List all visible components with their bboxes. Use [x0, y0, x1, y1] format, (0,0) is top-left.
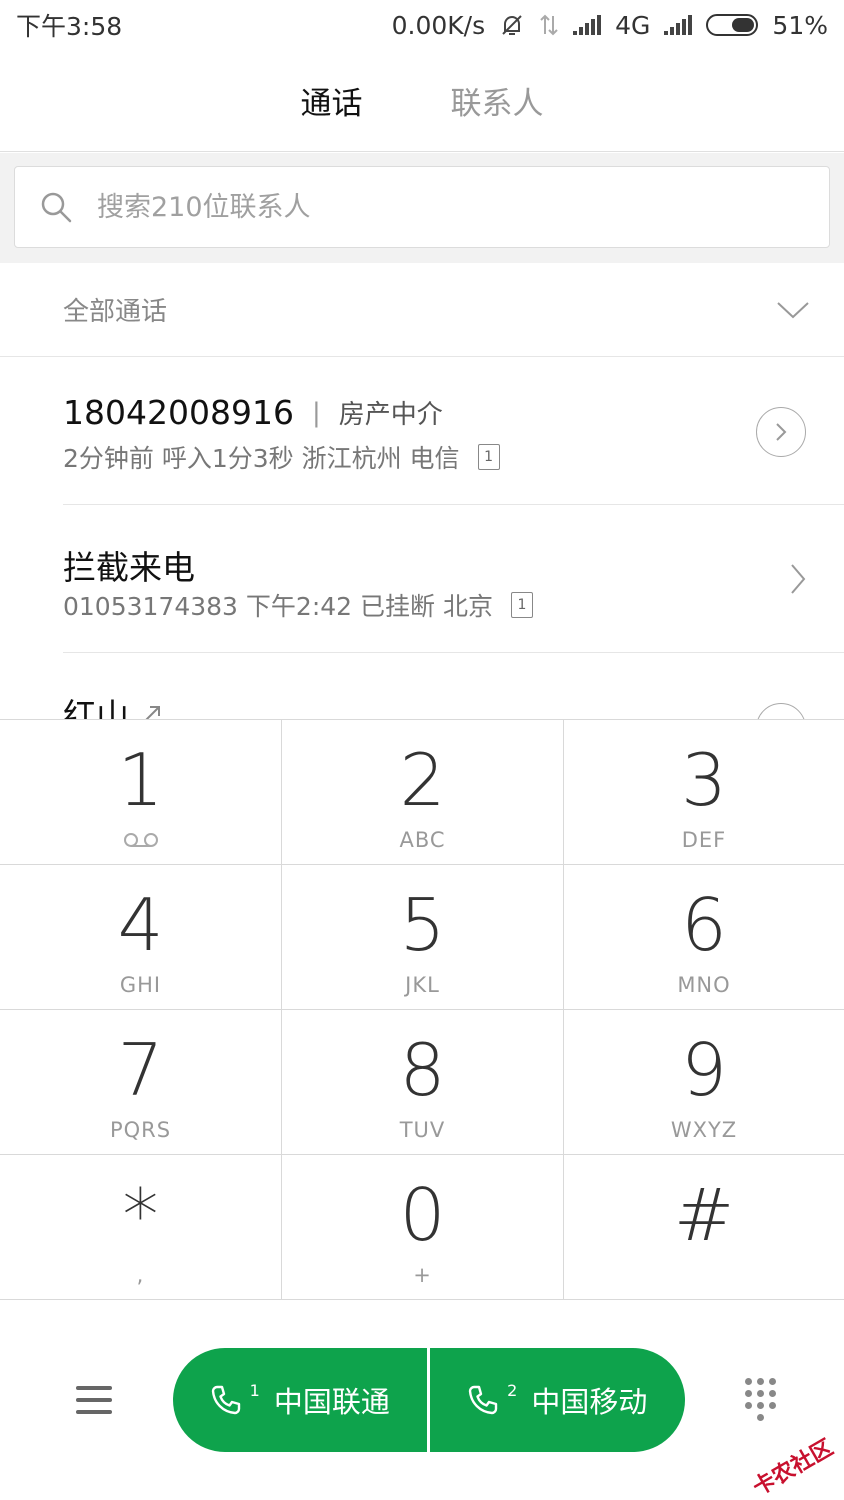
filter-label: 全部通话	[63, 297, 168, 327]
caller-name: 红山	[63, 696, 129, 719]
tab-contacts[interactable]: 联系人	[451, 68, 544, 133]
call-log-list: 18042008916 | 房产中介 2分钟前 呼入1分3秒 浙江杭州 电信 1…	[0, 357, 844, 719]
search-area	[0, 153, 844, 263]
call-info: 01053174383 下午2:42 已挂断 北京	[63, 592, 493, 621]
signal-icon-2	[664, 15, 693, 35]
dial-key-3[interactable]: 3 DEF	[564, 720, 844, 865]
key-digit: *	[122, 1173, 159, 1257]
key-letters: TUV	[399, 1118, 446, 1142]
dial-key-1[interactable]: 1	[0, 720, 282, 865]
call-detail-button[interactable]	[756, 407, 806, 457]
voicemail-icon	[123, 833, 158, 847]
outgoing-arrow-icon	[145, 706, 160, 719]
dialpad: 1 2 ABC 3 DEF 4 GHI 5 JKL 6 MNO 7 PQRS 8…	[0, 719, 844, 1300]
key-digit: 9	[681, 1028, 727, 1112]
dial-key-4[interactable]: 4 GHI	[0, 865, 282, 1010]
battery-icon	[706, 14, 759, 36]
dial-key-9[interactable]: 9 WXYZ	[564, 1010, 844, 1155]
key-letters: +	[413, 1263, 432, 1287]
status-time: 下午3:58	[16, 12, 123, 41]
caller-number: 18042008916	[63, 393, 294, 432]
title-divider: |	[311, 397, 321, 428]
call-log-item[interactable]: 18042008916 | 房产中介 2分钟前 呼入1分3秒 浙江杭州 电信 1	[63, 357, 844, 505]
bottom-bar: 1 中国联通 2 中国移动	[0, 1299, 844, 1500]
key-digit: 5	[399, 883, 446, 967]
dial-key-hash[interactable]: #	[564, 1155, 844, 1300]
chevron-down-icon	[777, 301, 809, 318]
sim-number: 2	[507, 1381, 518, 1400]
dial-key-5[interactable]: 5 JKL	[282, 865, 564, 1010]
key-digit: 3	[681, 738, 727, 822]
key-digit: #	[673, 1173, 735, 1257]
dual-sim-call-buttons: 1 中国联通 2 中国移动	[172, 1347, 685, 1452]
chevron-right-icon	[776, 423, 787, 441]
caller-name: 拦截来电	[63, 548, 195, 587]
sim-number: 1	[249, 1381, 260, 1400]
status-icons: 0.00K/s 4G 51%	[392, 11, 828, 40]
search-input[interactable]	[97, 191, 697, 223]
dial-key-8[interactable]: 8 TUV	[282, 1010, 564, 1155]
call-subtitle: 01053174383 下午2:42 已挂断 北京 1	[63, 587, 533, 623]
mute-bell-icon	[502, 15, 522, 35]
call-filter-dropdown[interactable]: 全部通话	[0, 263, 844, 357]
menu-icon[interactable]	[76, 1385, 112, 1414]
carrier-label: 中国移动	[531, 1384, 648, 1419]
data-arrows-icon	[540, 14, 558, 36]
call-info: 2分钟前 呼入1分3秒 浙江杭州 电信	[63, 444, 460, 473]
dial-key-7[interactable]: 7 PQRS	[0, 1010, 282, 1155]
key-letters: PQRS	[109, 1118, 172, 1142]
phone-icon	[468, 1385, 498, 1414]
key-letters: GHI	[119, 973, 162, 997]
call-title-row: 18042008916 | 房产中介	[63, 393, 443, 432]
dial-key-star[interactable]: * ,	[0, 1155, 282, 1300]
key-letters: ABC	[399, 828, 446, 852]
key-digit: 0	[399, 1173, 446, 1257]
call-sim2-button[interactable]: 2 中国移动	[427, 1347, 685, 1452]
call-log-item[interactable]: 红山	[63, 653, 844, 719]
key-letters: WXYZ	[670, 1118, 738, 1142]
status-bar: 下午3:58 0.00K/s 4G 51%	[0, 0, 844, 50]
key-digit: 2	[399, 738, 446, 822]
key-letters: JKL	[405, 973, 440, 997]
sim-card-icon: 1	[477, 444, 500, 470]
dial-key-2[interactable]: 2 ABC	[282, 720, 564, 865]
network-type: 4G	[615, 10, 651, 40]
dial-key-6[interactable]: 6 MNO	[564, 865, 844, 1010]
call-sim1-button[interactable]: 1 中国联通	[173, 1348, 428, 1452]
carrier-label: 中国联通	[273, 1384, 390, 1419]
call-subtitle: 2分钟前 呼入1分3秒 浙江杭州 电信 1	[63, 439, 500, 475]
sim-card-icon: 1	[510, 592, 533, 618]
key-letters: DEF	[681, 828, 727, 852]
tab-calls[interactable]: 通话	[301, 68, 363, 133]
top-tabs: 通话 联系人	[0, 50, 844, 152]
dial-key-0[interactable]: 0 +	[282, 1155, 564, 1300]
key-digit: 7	[117, 1028, 164, 1112]
search-box[interactable]	[14, 166, 830, 248]
signal-icon	[573, 15, 602, 35]
network-speed: 0.00K/s	[391, 10, 486, 40]
search-icon	[41, 192, 72, 223]
key-digit: 4	[117, 883, 164, 967]
key-letters: MNO	[677, 973, 731, 997]
key-digit: 8	[399, 1028, 446, 1112]
chevron-right-icon[interactable]	[788, 561, 808, 597]
key-digit: 1	[117, 738, 164, 822]
call-detail-button[interactable]	[756, 703, 806, 719]
battery-percent: 51%	[772, 10, 828, 40]
phone-icon	[211, 1385, 240, 1414]
call-log-item[interactable]: 拦截来电 01053174383 下午2:42 已挂断 北京 1	[63, 505, 844, 653]
dialpad-toggle-icon[interactable]	[745, 1378, 776, 1421]
key-letters: ,	[136, 1263, 145, 1287]
key-digit: 6	[681, 883, 727, 967]
caller-tag: 房产中介	[338, 400, 443, 430]
call-title-row: 红山	[63, 689, 163, 719]
call-title-row: 拦截来电	[63, 541, 195, 589]
